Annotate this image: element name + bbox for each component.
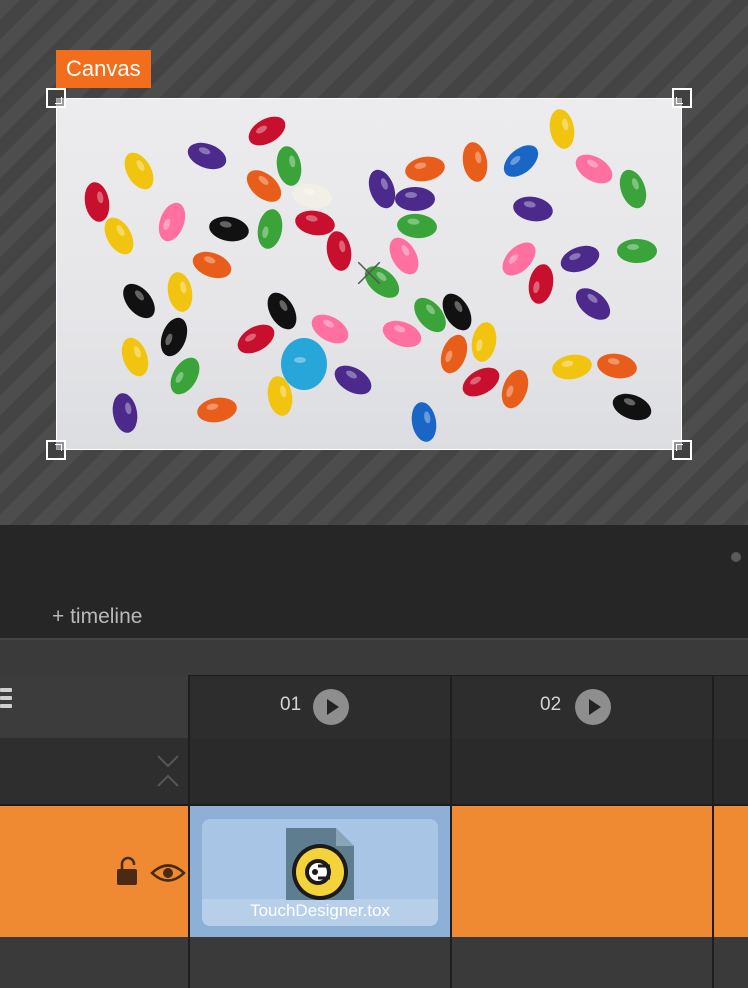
clip-name: TouchDesigner.tox xyxy=(250,901,390,920)
eye-icon[interactable] xyxy=(150,862,186,884)
play-icon[interactable] xyxy=(313,689,349,725)
empty-clip-area xyxy=(190,937,748,988)
toolbar-strip xyxy=(0,640,748,675)
unlock-icon[interactable] xyxy=(116,856,140,886)
clip-cell-empty[interactable] xyxy=(714,806,748,937)
add-timeline-button[interactable]: + timeline xyxy=(52,603,142,631)
canvas-label: Canvas xyxy=(56,50,151,88)
column-header-03[interactable] xyxy=(714,675,748,738)
group-cell[interactable] xyxy=(452,738,712,806)
column-number: 01 xyxy=(280,694,302,715)
resize-handle-top-left[interactable] xyxy=(46,88,66,108)
column-separator xyxy=(712,675,714,988)
collapse-chevrons-icon[interactable] xyxy=(156,754,180,790)
resize-handle-bottom-right[interactable] xyxy=(672,440,692,460)
column-number: 02 xyxy=(540,694,562,715)
empty-layer-area xyxy=(0,937,188,988)
column-separator xyxy=(188,675,190,988)
panel-indicator-dot xyxy=(731,552,741,562)
menu-icon[interactable] xyxy=(0,688,12,712)
layer-header-area xyxy=(0,675,188,738)
touchdesigner-file-icon xyxy=(286,828,354,900)
center-crosshair-icon[interactable] xyxy=(358,262,380,284)
group-cell[interactable] xyxy=(190,738,450,806)
group-cell[interactable] xyxy=(714,738,748,806)
clip-cell-empty[interactable] xyxy=(452,806,712,937)
resize-handle-top-right[interactable] xyxy=(672,88,692,108)
play-icon[interactable] xyxy=(575,689,611,725)
column-separator xyxy=(450,675,452,988)
resize-handle-bottom-left[interactable] xyxy=(46,440,66,460)
